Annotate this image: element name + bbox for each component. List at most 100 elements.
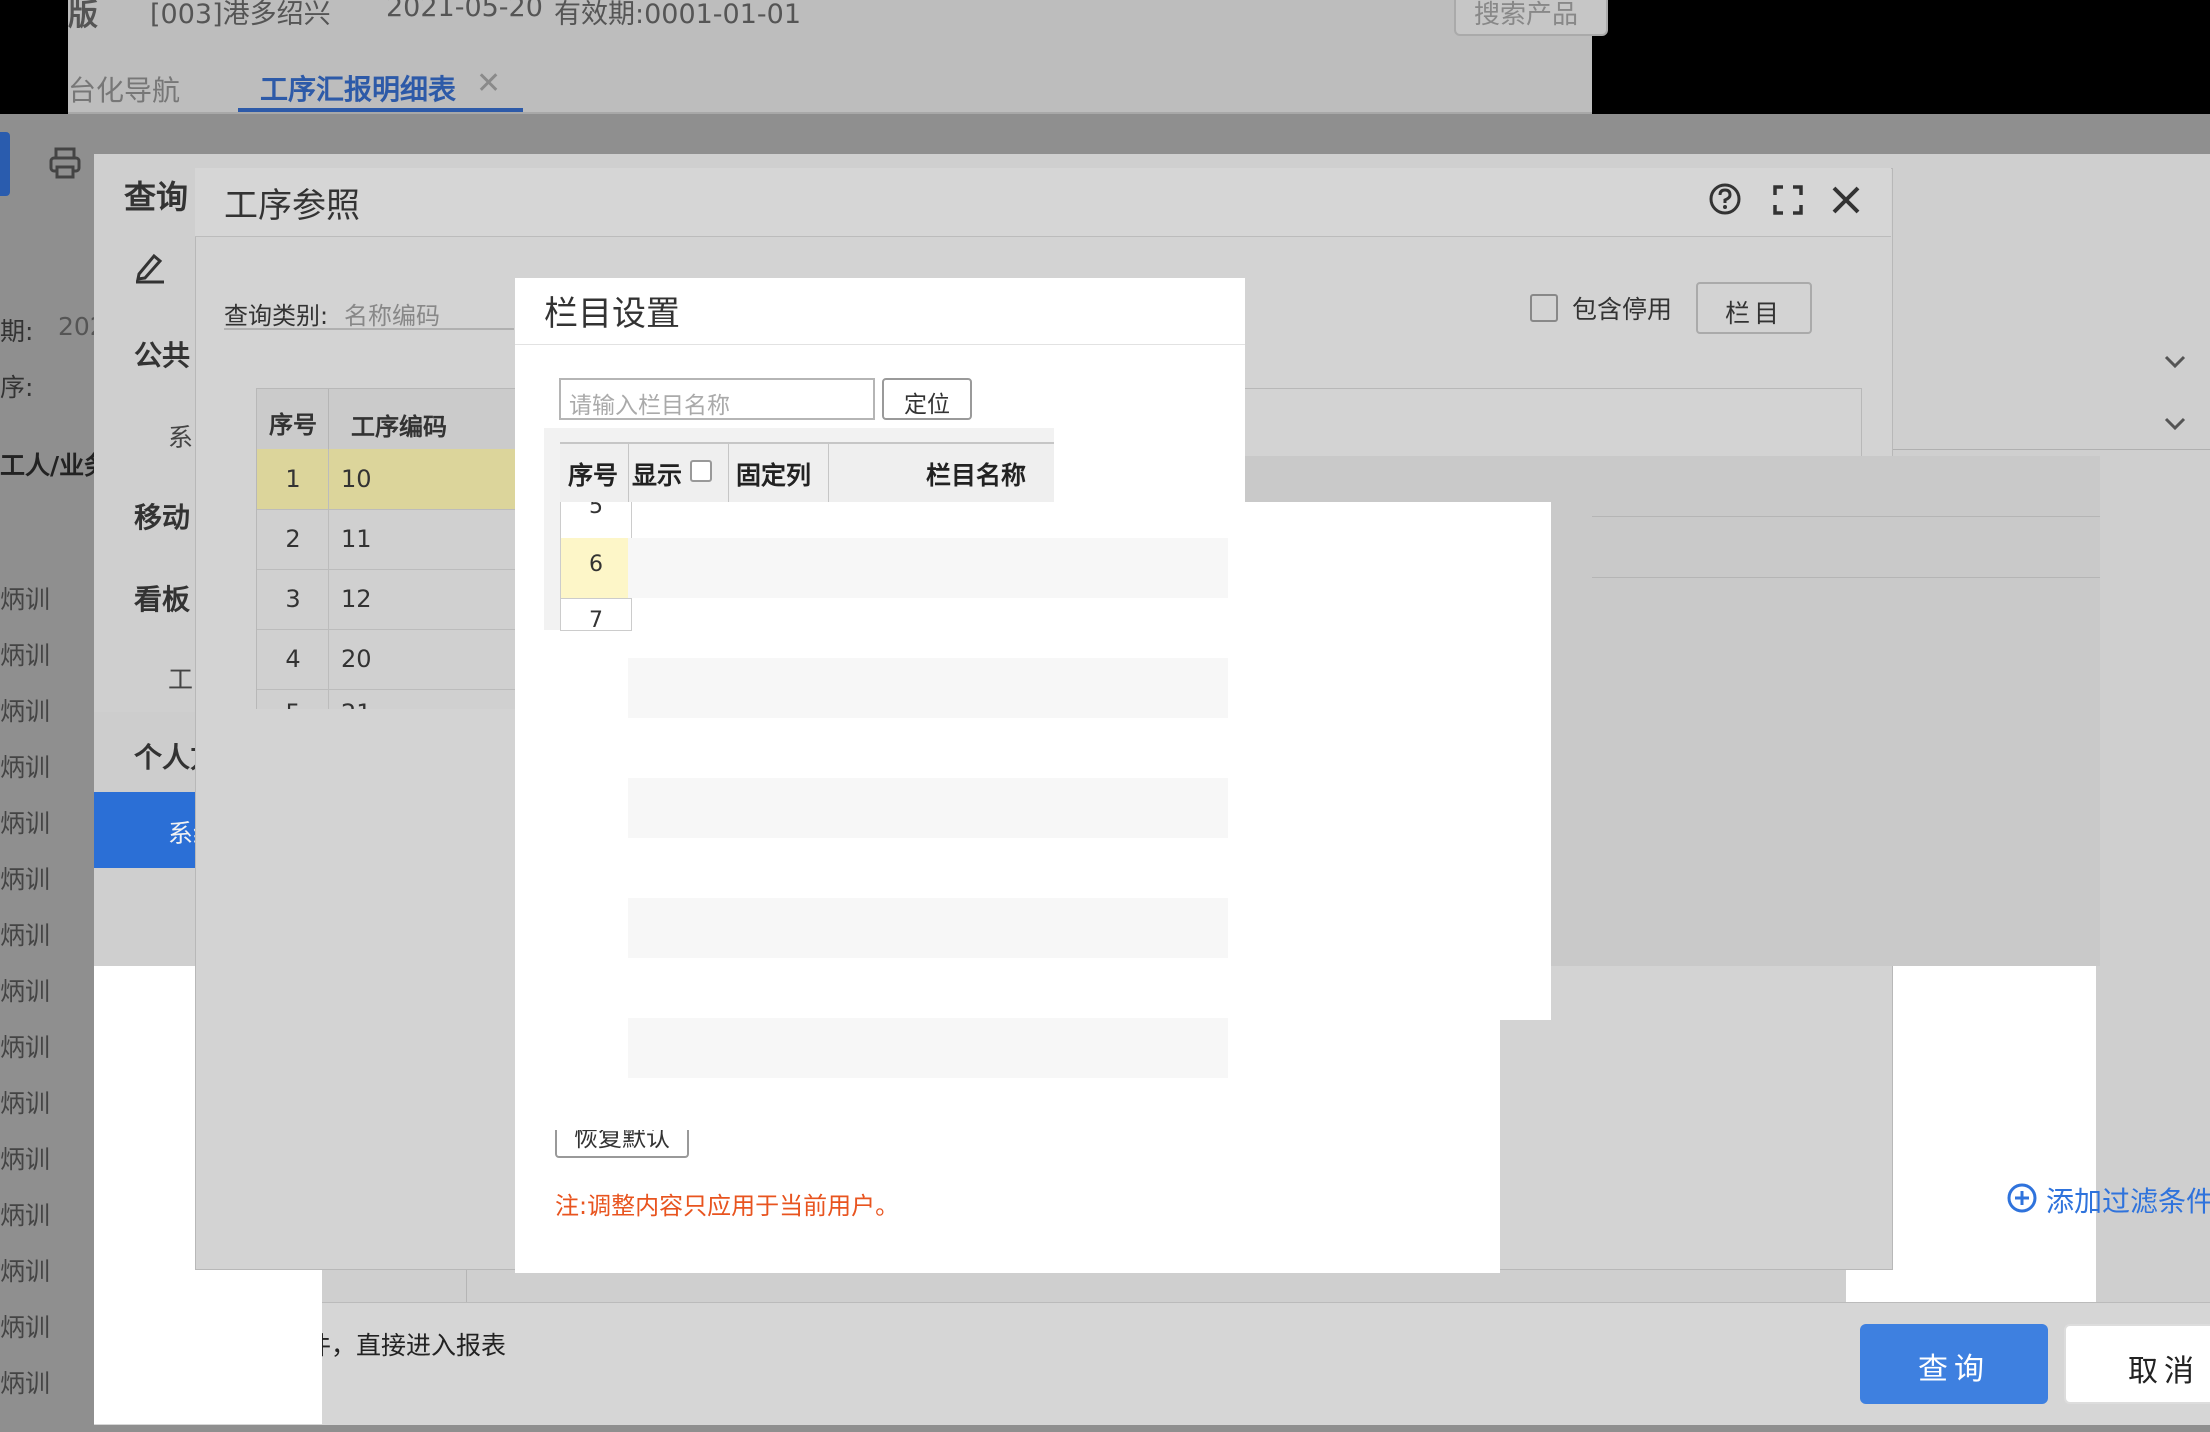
tab-process-report-label: 工序汇报明细表 [260,73,457,106]
report-cell: 炳训 [0,1089,51,1118]
column-search-input[interactable]: 请输入栏目名称 [559,378,875,420]
report-cell: 炳训 [0,1033,51,1062]
tabbar-divider [68,112,1592,114]
global-search[interactable]: 搜索产品 [1454,0,1608,36]
query-type-value[interactable]: 名称编码 [344,296,440,331]
add-filter-label: 添加过滤条件 [2046,1185,2210,1218]
report-cell: 炳训 [0,1145,51,1174]
include-disabled-label: 包含停用 [1572,295,1673,324]
columns-button[interactable]: 栏目 [1696,282,1812,334]
global-search-placeholder: 搜索产品 [1474,0,1579,30]
column-settings-body-bottom [1245,1020,1500,1273]
report-cell: 炳训 [0,697,51,726]
show-all-checkbox[interactable] [690,460,712,482]
process-table-header-code: 工序编码 [351,413,447,441]
columns-button-label: 栏目 [1724,299,1783,328]
table-row[interactable] [628,778,1228,838]
report-cell: 炳训 [0,809,51,838]
row-number: 5 [589,502,603,519]
table-row[interactable] [628,1018,1228,1078]
table-row[interactable]: 2 11 [257,509,517,570]
report-cell: 炳训 [0,1369,51,1398]
column-grid-header-name: 栏目名称 [926,461,1027,490]
report-cell: 炳训 [0,641,51,670]
tab-nav[interactable]: 台化导航 [68,69,180,109]
query-dialog-title: 查询 [124,178,189,216]
add-filter-button[interactable]: 添加过滤条件 [2006,1182,2210,1220]
column-grid-header: 序号 显示 固定列 栏目名称 [560,442,1054,504]
locate-button-label: 定位 [904,392,950,418]
tab-process-report[interactable]: 工序汇报明细表 ✕ [238,60,523,112]
close-tab-icon[interactable]: ✕ [476,66,501,101]
process-code: 20 [341,645,372,673]
process-code: 21 [341,699,372,709]
help-icon[interactable] [1708,182,1742,216]
validity-date: 有效期:0001-01-01 [554,0,802,30]
process-table-header-no: 序号 [269,411,317,439]
business-date: 2021-05-20 [386,0,543,23]
query-type-label: 查询类别: [224,302,329,330]
table-row[interactable]: 4 20 [257,629,517,690]
table-row[interactable]: 7 [560,598,632,631]
report-column-header: 工人/业务 [0,451,110,480]
column-grid-header-no: 序号 [568,461,619,490]
section-item[interactable]: 系 [168,418,193,454]
table-row[interactable] [628,658,1228,718]
process-code: 11 [341,525,372,553]
result-grid-right [1230,388,1862,461]
column-settings-body-right [1245,502,1551,1020]
column-grid-header-fixed: 固定列 [736,461,812,490]
column-settings-title: 栏目设置 [544,294,680,334]
cancel-button[interactable]: 取消 [2064,1324,2210,1404]
row-number: 7 [589,608,603,631]
table-row[interactable] [628,538,1228,598]
process-table-header: 序号 工序编码 [257,389,517,450]
report-process-label: 序: [0,373,34,402]
locate-button[interactable]: 定位 [882,378,972,420]
user-scope-note: 注:调整内容只应用于当前用户。 [555,1192,900,1220]
report-cell: 炳训 [0,1257,51,1286]
close-icon[interactable] [1830,184,1862,216]
section-item[interactable]: 工 [168,660,193,696]
restore-default-button[interactable]: 恢复默认 [555,1130,689,1160]
section-board: 看板 [134,583,191,616]
edit-icon[interactable] [134,250,166,284]
chevron-down-icon[interactable] [2163,416,2187,432]
active-tab-indicator [238,108,523,112]
report-cell: 炳训 [0,753,51,782]
report-date-label: 期: [0,317,34,346]
table-row[interactable]: 3 12 [257,569,517,630]
chevron-down-icon[interactable] [2163,354,2187,370]
row-number: 5 [257,699,329,709]
table-row[interactable]: 5 21 [257,689,517,709]
footer-left-panel [94,1302,322,1424]
row-number: 3 [285,585,301,613]
report-cell: 炳训 [0,1201,51,1230]
query-button[interactable]: 查询 [1860,1324,2048,1404]
row-number: 1 [285,465,301,493]
report-cell: 炳训 [0,1313,51,1342]
table-row-selected[interactable]: 6 [560,538,632,599]
row-number: 2 [285,525,301,553]
process-table: 序号 工序编码 1 10 2 11 3 12 4 20 5 21 [256,388,517,709]
query-button-label: 查询 [1918,1352,1990,1387]
org-name[interactable]: [003]港多绍兴 [150,0,331,31]
toolbar-primary-button[interactable] [0,132,10,196]
process-dialog-title: 工序参照 [224,186,360,226]
maximize-icon[interactable] [1772,184,1804,216]
section-public: 公共 [134,339,191,372]
table-row[interactable]: 5 [560,502,632,539]
process-code: 12 [341,585,372,613]
column-grid-body [628,538,1228,1078]
table-row[interactable] [628,898,1228,958]
row-number-column: 5 6 7 [560,502,632,631]
include-disabled-checkbox[interactable] [1530,294,1558,322]
plus-circle-icon [2007,1183,2037,1213]
table-row[interactable]: 1 10 [257,449,517,510]
header-fragment: 版 [68,0,98,33]
report-cell: 炳训 [0,977,51,1006]
process-code: 10 [341,465,372,493]
report-cell: 炳训 [0,865,51,894]
print-icon[interactable] [48,146,82,180]
report-rows: 炳训 炳训 炳训 炳训 炳训 炳训 炳训 炳训 炳训 炳训 炳训 炳训 炳训 炳… [0,480,94,1432]
